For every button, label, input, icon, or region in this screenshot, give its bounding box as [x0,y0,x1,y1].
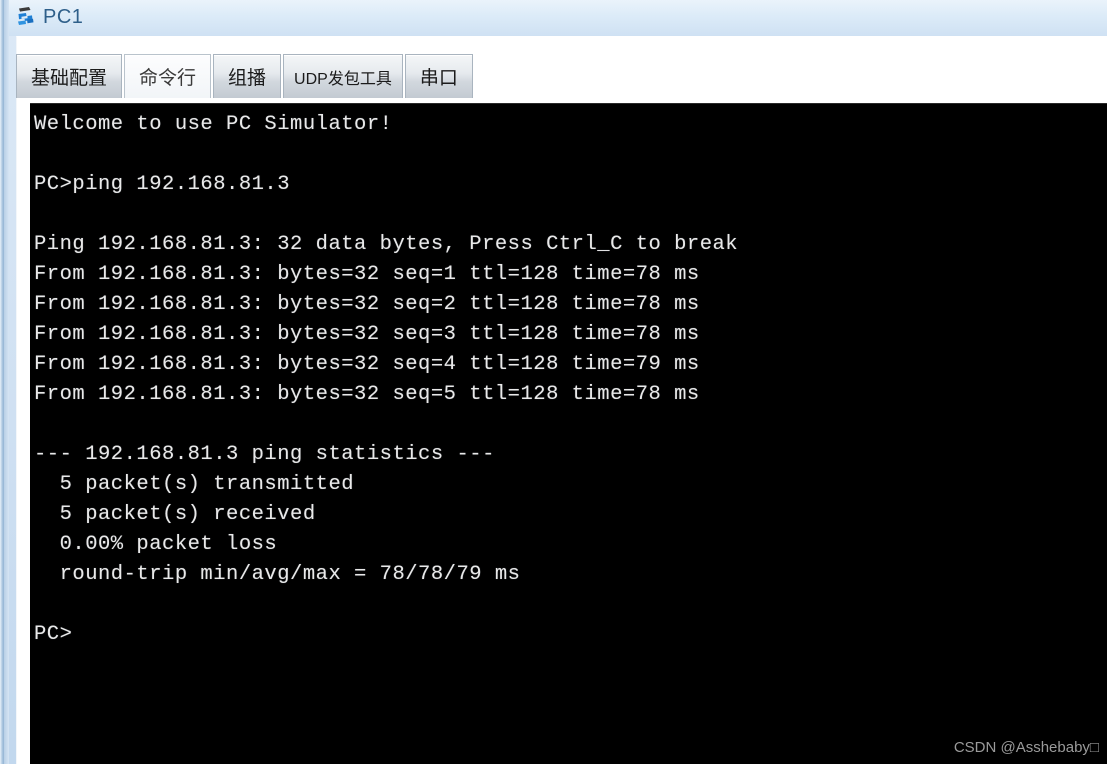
tab-label: UDP发包工具 [294,70,392,88]
terminal-console[interactable]: Welcome to use PC Simulator! PC>ping 192… [30,103,1107,764]
tab-label: 基础配置 [31,68,108,89]
tab-label: 组播 [228,68,267,89]
terminal-output[interactable]: Welcome to use PC Simulator! PC>ping 192… [30,104,1107,650]
tab-command-line[interactable]: 命令行 [124,54,212,98]
tab-udp-packet-tool[interactable]: UDP发包工具 [283,54,403,98]
watermark: CSDN @Asshebaby□ [953,739,1099,756]
tab-serial-port[interactable]: 串口 [404,54,473,98]
tab-bar: 基础配置 命令行 组播 UDP发包工具 串口 [16,54,473,98]
pc1-window: PC1 基础配置 命令行 组播 UDP发包工具 串口 Welcome to us… [0,0,1107,764]
tab-label: 串口 [419,68,458,89]
title-bar: PC1 [9,0,1107,36]
tab-basic-config[interactable]: 基础配置 [16,54,123,98]
window-frame-left-inner [4,0,9,764]
pc-device-icon [13,5,39,31]
tab-label: 命令行 [139,68,197,89]
tab-multicast[interactable]: 组播 [213,54,282,98]
window-title: PC1 [43,6,84,28]
